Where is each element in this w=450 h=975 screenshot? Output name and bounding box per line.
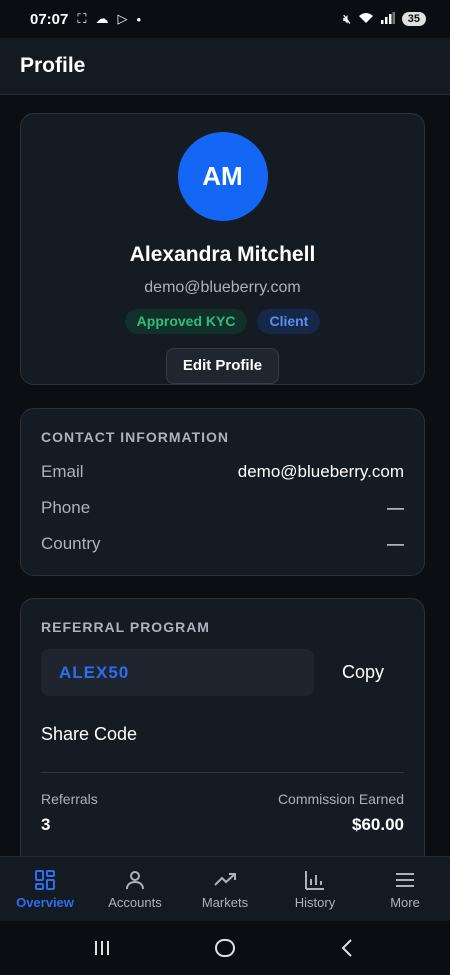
contact-list: Email demo@blueberry.com Phone — Country… — [41, 454, 404, 562]
referrals-count: 3 — [41, 815, 51, 834]
status-bar: 07:07 ⛶ ☁ ▷ • 🔇︎ 35 — [0, 0, 450, 38]
commission-value: $60.00 — [352, 815, 404, 834]
profile-email: demo@blueberry.com — [144, 278, 301, 296]
status-left: 07:07 ⛶ ☁ ▷ • — [30, 11, 141, 28]
client-role-badge: Client — [257, 308, 321, 334]
user-icon — [126, 871, 144, 890]
page-title: Profile — [20, 54, 86, 77]
kyc-status-badge: Approved KYC — [124, 308, 248, 334]
nav-label: Markets — [201, 895, 249, 910]
referrals-stat: Referrals 3 — [41, 791, 98, 835]
contact-row-email: Email demo@blueberry.com — [41, 454, 404, 490]
nav-markets[interactable]: Markets — [180, 857, 270, 921]
nav-more[interactable]: More — [360, 857, 450, 921]
app-header: Profile — [0, 38, 450, 95]
profile-card: AM Alexandra Mitchell demo@blueberry.com… — [20, 113, 425, 385]
referral-stats: Referrals 3 Commission Earned $60.00 — [41, 791, 404, 835]
system-nav-bar — [0, 921, 450, 975]
nav-label: History — [294, 895, 336, 910]
nav-history[interactable]: History — [270, 857, 360, 921]
recent-apps-icon[interactable] — [90, 936, 114, 960]
battery-indicator: 35 — [401, 12, 426, 26]
contact-value: demo@blueberry.com — [237, 462, 404, 481]
nav-label: More — [390, 895, 420, 910]
nav-label: Overview — [16, 895, 74, 910]
contact-row-country: Country — — [41, 526, 404, 562]
contact-label: Country — [41, 534, 101, 553]
nav-accounts[interactable]: Accounts — [90, 857, 180, 921]
signal-icon — [380, 11, 395, 27]
contact-label: Phone — [41, 498, 91, 517]
mute-icon: 🔇︎ — [343, 11, 351, 26]
back-icon[interactable] — [336, 936, 360, 960]
wifi-icon — [358, 12, 374, 27]
menu-icon — [396, 873, 414, 887]
referral-program-card: REFERRAL PROGRAM ALEX50 Copy Share Code … — [20, 598, 425, 856]
referral-code-field[interactable]: ALEX50 — [41, 649, 314, 696]
edit-profile-button[interactable]: Edit Profile — [165, 347, 280, 384]
contact-section-title: CONTACT INFORMATION — [41, 429, 230, 445]
commission-label: Commission Earned — [277, 791, 404, 807]
profile-name: Alexandra Mitchell — [129, 242, 316, 266]
commission-stat: Commission Earned $60.00 — [278, 791, 404, 835]
avatar: AM — [177, 132, 268, 221]
contact-information-card: CONTACT INFORMATION Email demo@blueberry… — [20, 408, 425, 576]
share-code-button[interactable]: Share Code — [41, 724, 404, 745]
bar-chart-icon — [305, 871, 324, 890]
trending-icon — [214, 873, 236, 886]
nav-label: Accounts — [108, 895, 162, 910]
nav-overview[interactable]: Overview — [0, 857, 90, 921]
status-right: 🔇︎ 35 — [343, 11, 426, 27]
screenshot-icon: ⛶ — [77, 11, 87, 26]
play-icon: ▷ — [117, 11, 128, 26]
bottom-nav: Overview Accounts Markets History More — [0, 856, 450, 921]
profile-content[interactable]: AM Alexandra Mitchell demo@blueberry.com… — [0, 95, 450, 856]
divider — [41, 772, 404, 773]
contact-label: Email — [41, 462, 84, 481]
contact-value: — — [387, 498, 404, 517]
referral-section-title: REFERRAL PROGRAM — [41, 619, 210, 635]
dot-icon: • — [136, 11, 142, 27]
status-time: 07:07 — [30, 10, 69, 28]
cloud-icon: ☁ — [95, 11, 109, 26]
copy-code-button[interactable]: Copy — [342, 662, 384, 683]
referrals-label: Referrals — [41, 791, 98, 807]
contact-value: — — [387, 534, 404, 553]
contact-row-phone: Phone — — [41, 490, 404, 526]
grid-icon — [35, 870, 55, 890]
referral-code-row: ALEX50 Copy — [41, 649, 404, 696]
home-icon[interactable] — [213, 936, 237, 960]
badges: Approved KYC Client — [124, 308, 321, 334]
